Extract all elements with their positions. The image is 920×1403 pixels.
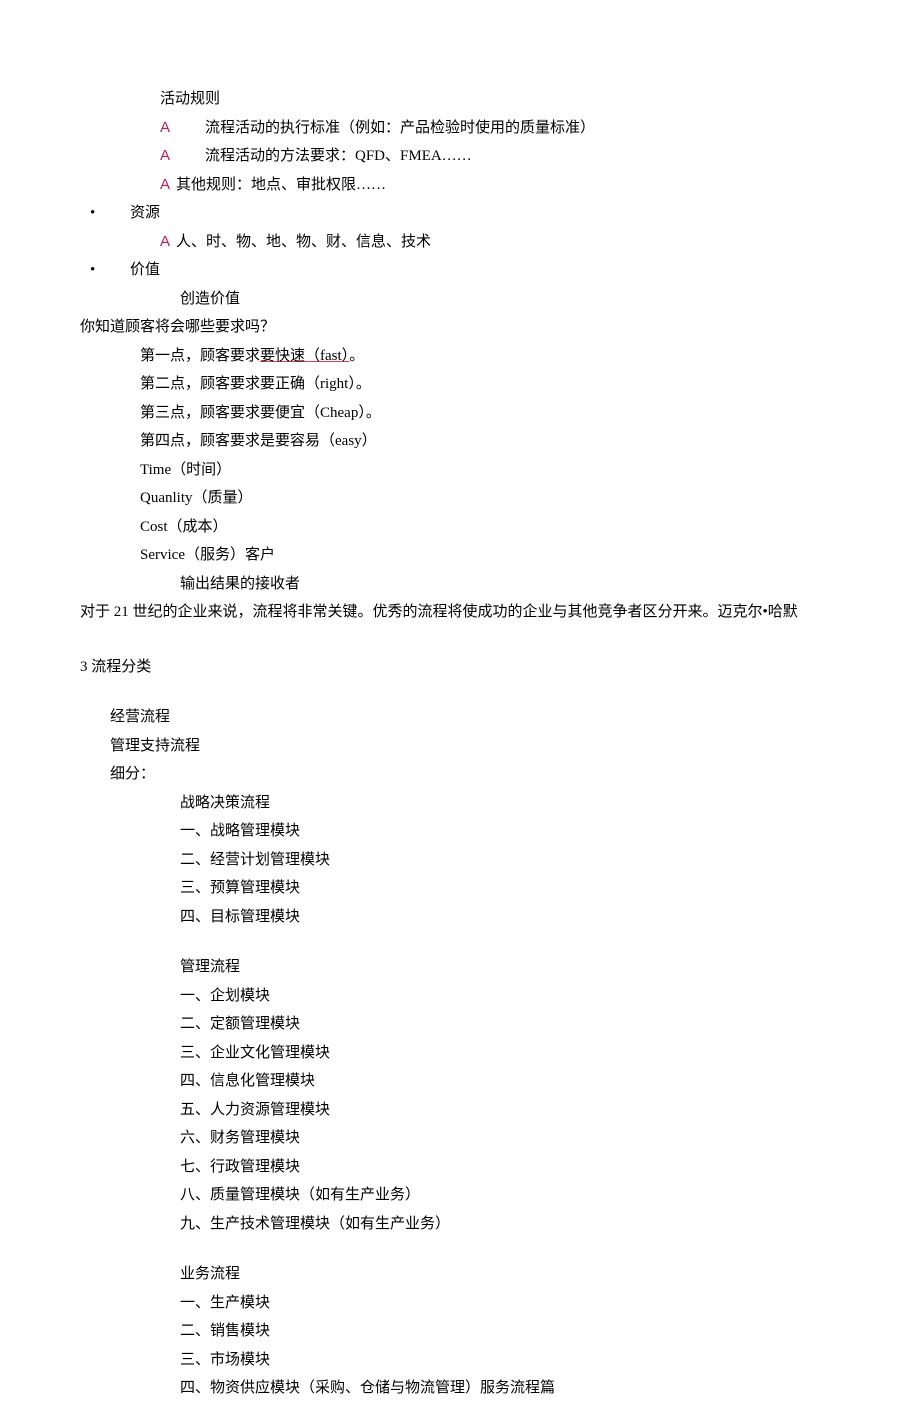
bullet-row-value: • 价值 [80, 256, 840, 285]
group-3-item: 一、生产模块 [80, 1289, 840, 1318]
point-3: 第三点，顾客要求要便宜（Cheap）。 [80, 399, 840, 428]
group-3-item: 二、销售模块 [80, 1317, 840, 1346]
group-1-item: 二、经营计划管理模块 [80, 846, 840, 875]
subdivision-label: 细分： [80, 760, 840, 789]
group-2-item: 九、生产技术管理模块（如有生产业务） [80, 1210, 840, 1239]
rule-text: 流程活动的执行标准（例如：产品检验时使用的质量标准） [205, 120, 595, 136]
group-2-title: 管理流程 [80, 953, 840, 982]
underlined-text: 要快速（fast） [260, 348, 349, 364]
group-1-title: 战略决策流程 [80, 789, 840, 818]
group-2-item: 七、行政管理模块 [80, 1153, 840, 1182]
group-1-item: 四、目标管理模块 [80, 903, 840, 932]
quote-line: 对于 21 世纪的企业来说，流程将非常关键。优秀的流程将使成功的企业与其他竞争者… [80, 598, 840, 627]
bullet-icon: • [80, 199, 130, 228]
rule-line-1: A流程活动的执行标准（例如：产品检验时使用的质量标准） [80, 114, 840, 143]
output-receiver: 输出结果的接收者 [80, 570, 840, 599]
group-3-item: 四、物资供应模块（采购、仓储与物流管理）服务流程篇 [80, 1374, 840, 1403]
rule-line-3: A 其他规则：地点、审批权限…… [80, 171, 840, 200]
group-2-item: 四、信息化管理模块 [80, 1067, 840, 1096]
question-line: 你知道顾客将会哪些要求吗？ [80, 313, 840, 342]
proc-business: 经营流程 [80, 703, 840, 732]
a-marker: A [160, 171, 170, 200]
group-1-item: 三、预算管理模块 [80, 874, 840, 903]
point-1: 第一点，顾客要求要快速（fast）。 [80, 342, 840, 371]
metric-quality: Quanlity（质量） [80, 484, 840, 513]
group-3-title: 业务流程 [80, 1260, 840, 1289]
point-2: 第二点，顾客要求要正确（right）。 [80, 370, 840, 399]
group-2-item: 三、企业文化管理模块 [80, 1039, 840, 1068]
rule-text: 流程活动的方法要求：QFD、FMEA…… [205, 148, 472, 164]
resource-line: A 人、时、物、地、物、财、信息、技术 [80, 228, 840, 257]
bullet-row-resource: • 资源 [80, 199, 840, 228]
metric-time: Time（时间） [80, 456, 840, 485]
proc-management-support: 管理支持流程 [80, 732, 840, 761]
a-marker: A [160, 228, 170, 257]
group-1-item: 一、战略管理模块 [80, 817, 840, 846]
metric-cost: Cost（成本） [80, 513, 840, 542]
group-2-item: 二、定额管理模块 [80, 1010, 840, 1039]
point-4: 第四点，顾客要求是要容易（easy） [80, 427, 840, 456]
group-2-item: 五、人力资源管理模块 [80, 1096, 840, 1125]
heading-activity-rules: 活动规则 [80, 85, 840, 114]
a-marker: A [160, 142, 205, 171]
value-sub: 创造价值 [80, 285, 840, 314]
group-3-item: 三、市场模块 [80, 1346, 840, 1375]
heading-value: 价值 [130, 256, 160, 285]
rule-line-2: A流程活动的方法要求：QFD、FMEA…… [80, 142, 840, 171]
group-2-item: 八、质量管理模块（如有生产业务） [80, 1181, 840, 1210]
bullet-icon: • [80, 256, 130, 285]
group-2-item: 六、财务管理模块 [80, 1124, 840, 1153]
section-3-title: 3 流程分类 [80, 653, 840, 682]
rule-text: 其他规则：地点、审批权限…… [176, 177, 386, 193]
resource-text: 人、时、物、地、物、财、信息、技术 [176, 234, 431, 250]
a-marker: A [160, 114, 205, 143]
group-2-item: 一、企划模块 [80, 982, 840, 1011]
metric-service: Service（服务）客户 [80, 541, 840, 570]
heading-resource: 资源 [130, 199, 160, 228]
